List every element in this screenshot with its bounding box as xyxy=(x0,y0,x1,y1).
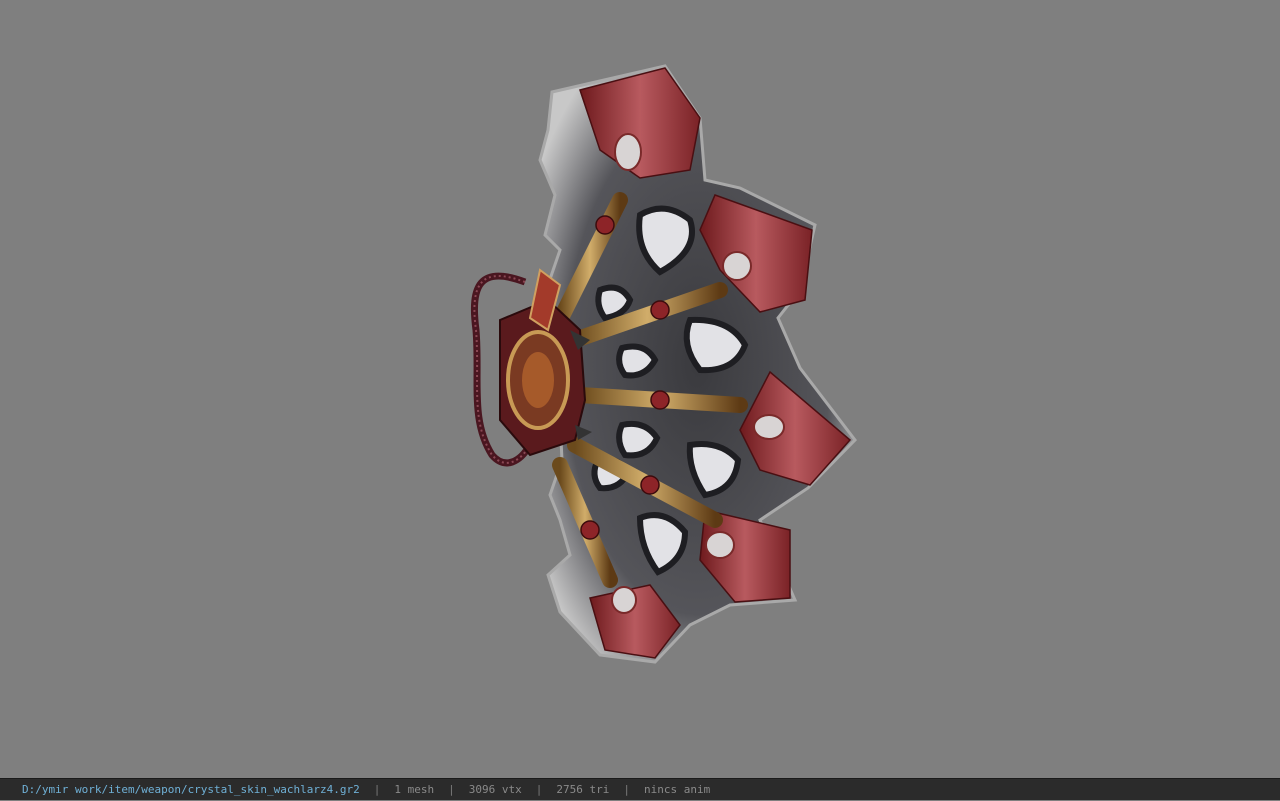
separator: | xyxy=(448,783,455,796)
separator: | xyxy=(373,783,381,796)
vertex-count: 3096 vtx xyxy=(468,783,522,796)
triangle-count: 2756 tri xyxy=(556,783,610,796)
mesh-count: 1 mesh xyxy=(394,783,435,796)
file-path: D:/ymir work/item/weapon/crystal_skin_wa… xyxy=(22,783,360,796)
separator: | xyxy=(535,783,543,796)
weapon-fan-model xyxy=(470,64,857,664)
animation-status: nincs anim xyxy=(643,783,711,796)
3d-viewport[interactable] xyxy=(0,0,1280,778)
separator: | xyxy=(623,783,630,796)
status-bar: D:/ymir work/item/weapon/crystal_skin_wa… xyxy=(0,778,1280,800)
